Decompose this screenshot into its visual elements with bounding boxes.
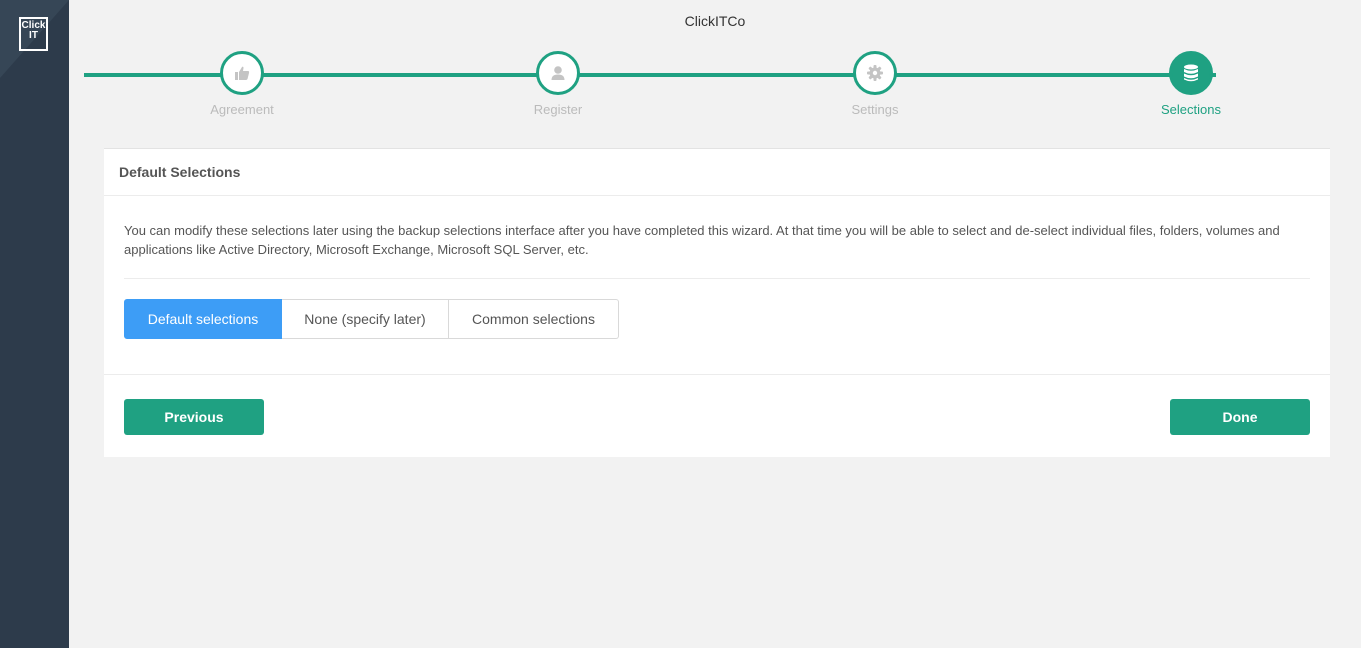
step-agreement-circle [220, 51, 264, 95]
step-agreement: Agreement [182, 51, 302, 117]
panel-title: Default Selections [119, 164, 241, 180]
default-selections-option[interactable]: Default selections [124, 299, 282, 339]
step-register: Register [498, 51, 618, 117]
logo-text-line2: IT [29, 30, 38, 41]
common-selections-option[interactable]: Common selections [449, 299, 619, 339]
divider [104, 374, 1330, 375]
step-selections: Selections [1131, 51, 1251, 117]
user-icon [551, 66, 565, 80]
panel-description: You can modify these selections later us… [124, 223, 1280, 257]
step-selections-circle [1169, 51, 1213, 95]
thumbs-up-icon [235, 66, 250, 80]
none-specify-later-option[interactable]: None (specify later) [282, 299, 449, 339]
done-button[interactable]: Done [1170, 399, 1310, 435]
click-it-logo[interactable]: Click IT [19, 17, 48, 51]
step-settings-label: Settings [851, 102, 899, 117]
step-register-label: Register [533, 102, 583, 117]
divider [124, 278, 1310, 279]
gear-icon [867, 65, 883, 81]
previous-button[interactable]: Previous [124, 399, 264, 435]
sidebar: Click IT [0, 0, 69, 648]
default-selections-panel: Default Selections You can modify these … [104, 148, 1330, 457]
divider [104, 195, 1330, 196]
step-register-circle [536, 51, 580, 95]
step-settings-circle [853, 51, 897, 95]
selection-options-group: Default selections None (specify later) … [124, 299, 619, 339]
step-selections-label: Selections [1161, 102, 1221, 117]
step-settings: Settings [815, 51, 935, 117]
database-icon [1184, 64, 1198, 82]
step-agreement-label: Agreement [210, 102, 274, 117]
company-name: ClickITCo [684, 13, 746, 29]
